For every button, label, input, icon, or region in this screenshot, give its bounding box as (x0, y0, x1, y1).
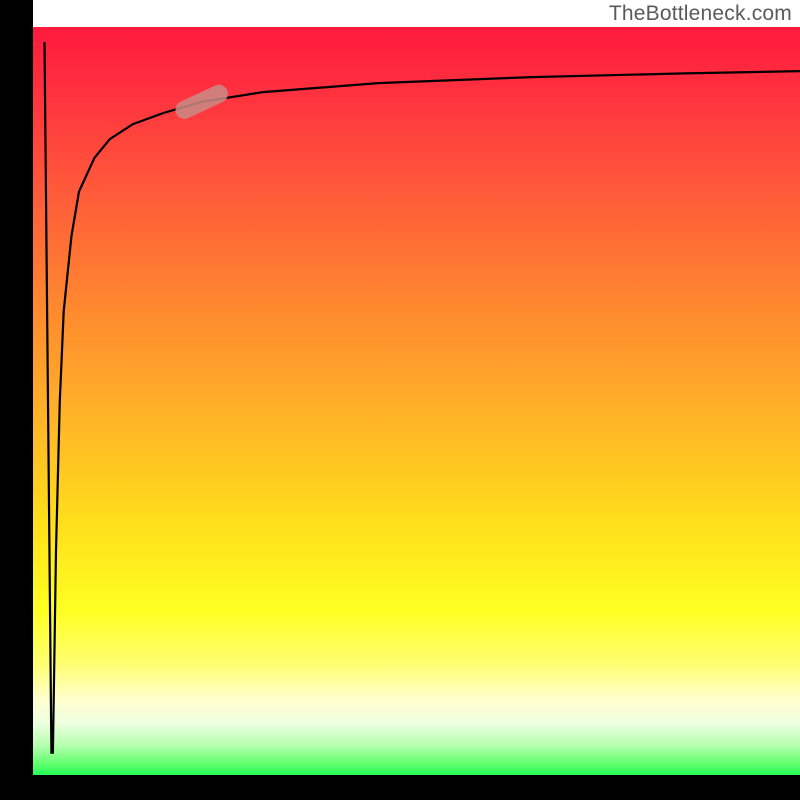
bottleneck-curve-svg (33, 27, 800, 775)
curve-marker-pill (173, 82, 231, 122)
bottleneck-curve-path (45, 42, 800, 753)
curve-marker (173, 82, 231, 122)
x-axis-bar (0, 775, 800, 800)
y-axis-bar (0, 0, 33, 775)
watermark-text: TheBottleneck.com (609, 2, 792, 26)
chart-canvas: TheBottleneck.com (0, 0, 800, 800)
